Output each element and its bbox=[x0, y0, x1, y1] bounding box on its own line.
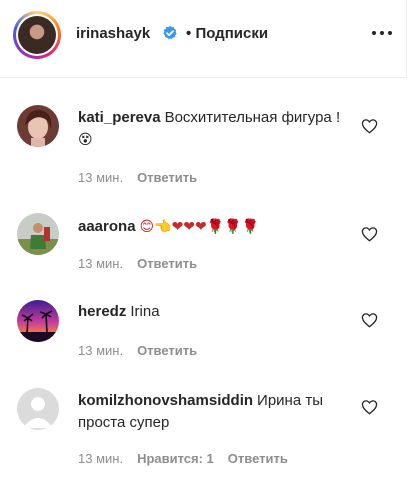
follow-label: Подписки bbox=[195, 25, 269, 42]
like-heart-icon[interactable] bbox=[361, 312, 378, 328]
comment-text: Irina bbox=[130, 303, 160, 320]
verified-badge-icon bbox=[163, 25, 177, 40]
post-header: irinashayk • Подписки bbox=[0, 0, 407, 78]
like-heart-icon[interactable] bbox=[361, 399, 378, 415]
reply-button[interactable]: Ответить bbox=[137, 256, 197, 271]
comment-meta: 13 мин. Ответить bbox=[78, 170, 197, 185]
like-heart-icon[interactable] bbox=[361, 226, 378, 242]
comment-body: heredz Irina bbox=[78, 301, 348, 323]
comment-emoji: 😵 bbox=[78, 132, 93, 148]
comment-meta: 13 мин. Нравится: 1 Ответить bbox=[78, 451, 288, 466]
more-options-icon[interactable] bbox=[372, 31, 394, 37]
commenter-avatar[interactable] bbox=[17, 213, 59, 255]
comment-username[interactable]: komilzhonovshamsiddin bbox=[78, 392, 253, 409]
comment-body: kati_pereva Восхитительная фигура ! 😵 bbox=[78, 107, 348, 151]
comment-body: komilzhonovshamsiddin Ирина ты проста суп… bbox=[78, 390, 358, 434]
author-username[interactable]: irinashayk bbox=[76, 25, 150, 42]
comment-time[interactable]: 13 мин. bbox=[78, 170, 123, 185]
comment-emoji: 😊👈❤❤❤🌹🌹🌹 bbox=[139, 219, 260, 235]
follow-status-button[interactable]: • Подписки bbox=[186, 25, 268, 42]
like-heart-icon[interactable] bbox=[361, 118, 378, 134]
comment-meta: 13 мин. Ответить bbox=[78, 256, 197, 271]
reply-button[interactable]: Ответить bbox=[137, 170, 197, 185]
reply-button[interactable]: Ответить bbox=[137, 343, 197, 358]
comment-body: aaarona 😊👈❤❤❤🌹🌹🌹 bbox=[78, 216, 348, 238]
comment-meta: 13 мин. Ответить bbox=[78, 343, 197, 358]
comment-time[interactable]: 13 мин. bbox=[78, 256, 123, 271]
commenter-avatar[interactable] bbox=[17, 388, 59, 430]
comment-time[interactable]: 13 мин. bbox=[78, 343, 123, 358]
comment-username[interactable]: kati_pereva bbox=[78, 109, 161, 126]
commenter-avatar[interactable] bbox=[17, 105, 59, 147]
comment-username[interactable]: aaarona bbox=[78, 218, 136, 235]
follow-separator: • bbox=[186, 25, 192, 42]
reply-button[interactable]: Ответить bbox=[228, 451, 288, 466]
comment-username[interactable]: heredz bbox=[78, 303, 126, 320]
comment-text: Восхитительная фигура ! bbox=[164, 109, 341, 126]
comment-time[interactable]: 13 мин. bbox=[78, 451, 123, 466]
author-avatar[interactable] bbox=[13, 11, 61, 59]
likes-count-link[interactable]: Нравится: 1 bbox=[137, 451, 214, 466]
commenter-avatar[interactable] bbox=[17, 300, 59, 342]
